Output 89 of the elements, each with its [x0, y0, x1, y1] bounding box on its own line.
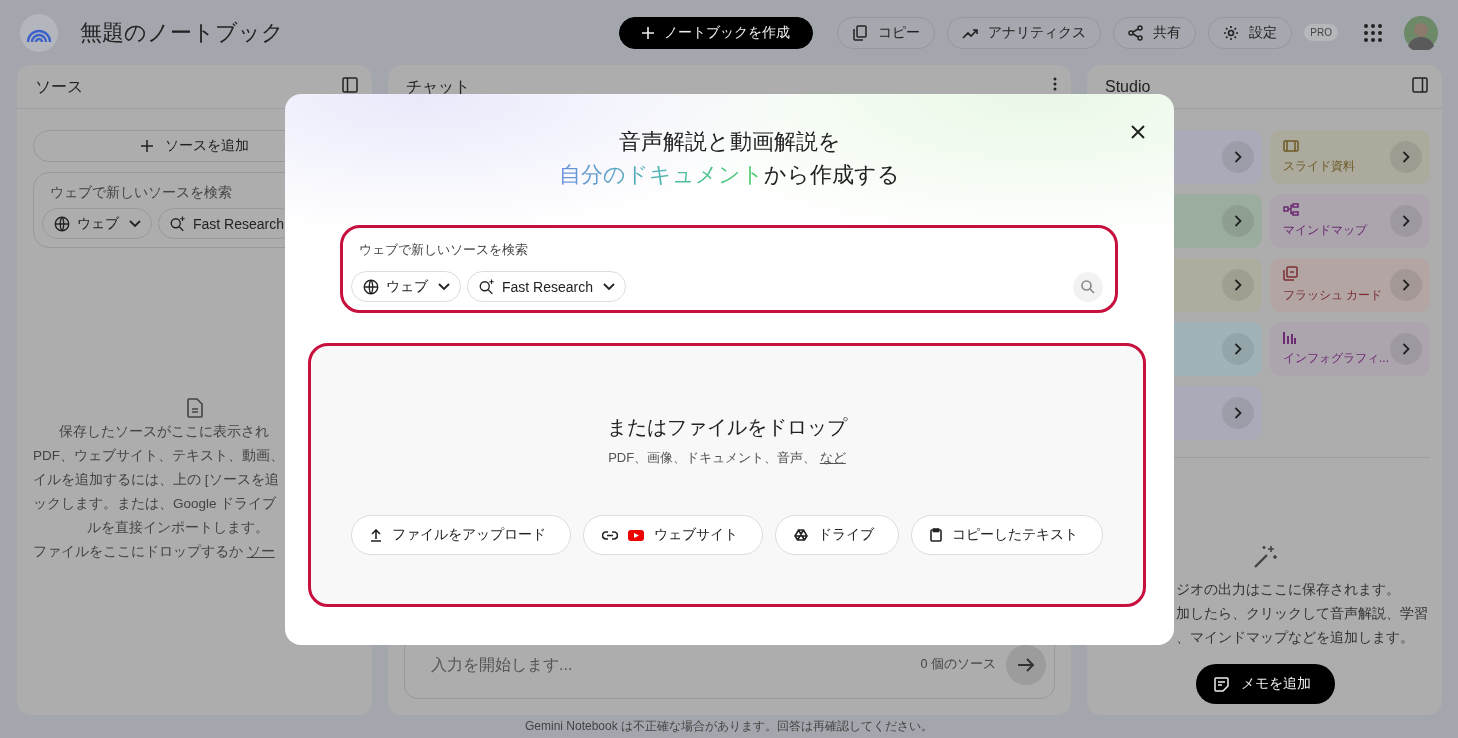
search-field[interactable]: ウェブで新しいソースを検索: [351, 242, 1103, 257]
chevron-right-icon: [1234, 151, 1242, 163]
chevron-right-icon: [1234, 215, 1242, 227]
chevron-right-icon: [1402, 215, 1410, 227]
open-card-button[interactable]: [1222, 205, 1254, 237]
globe-icon: [53, 214, 71, 233]
search-sparkle-icon: [169, 214, 187, 233]
open-card-button[interactable]: [1222, 141, 1254, 173]
panel-title: Studio: [1105, 77, 1151, 97]
panel-toggle-icon[interactable]: [342, 77, 358, 93]
close-icon: [1131, 125, 1145, 139]
more-types-link[interactable]: など: [819, 450, 846, 465]
studio-card-label: フラッシュ カード: [1283, 287, 1383, 304]
copy-button[interactable]: コピー: [837, 16, 936, 49]
search-icon: [1081, 279, 1095, 294]
clipboard-icon: [930, 528, 942, 542]
studio-card[interactable]: マインドマップ: [1270, 194, 1430, 248]
chevron-right-icon: [1234, 343, 1242, 355]
notebook-title[interactable]: 無題のノートブック: [80, 17, 284, 48]
open-card-button[interactable]: [1222, 333, 1254, 365]
share-icon: [1128, 24, 1144, 41]
file-types-text: PDF、画像、ドキュメント、音声、 など: [608, 449, 846, 467]
drop-zone-title: またはファイルをドロップ: [607, 415, 847, 440]
search-sparkle-icon: [478, 277, 496, 296]
link-icon: [602, 530, 618, 540]
plus-icon: [140, 140, 153, 152]
dialog-title: 音声解説と動画解説を 自分のドキュメント から作成する: [558, 128, 901, 189]
create-notebook-button[interactable]: ノートブックを作成: [619, 16, 814, 49]
mind-map-icon: [1283, 203, 1299, 216]
apps-grid-icon[interactable]: [1364, 23, 1382, 42]
search-button[interactable]: [1073, 271, 1103, 302]
upload-icon: [370, 528, 382, 542]
more-options-icon[interactable]: [1053, 77, 1057, 91]
drive-button[interactable]: ドライブ: [775, 515, 899, 555]
globe-icon: [362, 277, 380, 296]
panel-title: チャット: [406, 77, 470, 97]
cards-icon: [1283, 266, 1298, 281]
app-logo-icon: [20, 13, 58, 52]
drop-zone[interactable]: またはファイルをドロップ PDF、画像、ドキュメント、音声、 など ファイルをアップロード ウェブサイト ドライブ コピーしたテキスト: [308, 343, 1146, 607]
bar-chart-icon: [1283, 331, 1296, 344]
settings-button[interactable]: 設定: [1208, 16, 1293, 49]
caret-icon: [438, 282, 450, 291]
trend-icon: [962, 26, 979, 39]
chevron-right-icon: [1402, 151, 1410, 163]
studio-card[interactable]: フラッシュ カード: [1270, 258, 1430, 312]
arrow-right-icon: [1017, 656, 1035, 673]
slides-icon: [1283, 139, 1299, 152]
studio-card[interactable]: インフォグラフィ...: [1270, 322, 1430, 376]
open-card-button[interactable]: [1390, 269, 1422, 301]
analytics-button[interactable]: アナリティクス: [947, 16, 1102, 49]
avatar-icon[interactable]: [1404, 15, 1438, 50]
paste-button[interactable]: コピーしたテキスト: [911, 515, 1103, 555]
website-button[interactable]: ウェブサイト: [583, 515, 763, 555]
upload-source-link[interactable]: ソー: [246, 544, 275, 559]
source-count: 0 個のソース: [920, 656, 996, 673]
note-icon: [1213, 676, 1229, 692]
share-button[interactable]: 共有: [1113, 16, 1197, 49]
chevron-right-icon: [1234, 279, 1242, 291]
chat-input[interactable]: 入力を開始します...: [429, 654, 911, 675]
magic-wand-icon: [1252, 544, 1278, 570]
studio-card-label: スライド資料: [1283, 157, 1355, 175]
chevron-right-icon: [1402, 279, 1410, 291]
studio-card-label: マインドマップ: [1283, 222, 1367, 239]
send-button[interactable]: [1006, 644, 1046, 685]
research-mode-dropdown[interactable]: Fast Research: [467, 271, 627, 302]
document-icon: [186, 398, 203, 418]
chevron-right-icon: [1234, 407, 1242, 419]
video-play-icon: [628, 529, 644, 541]
pro-badge: PRO: [1304, 24, 1338, 41]
open-card-button[interactable]: [1222, 397, 1254, 429]
panel-title: ソース: [35, 77, 83, 97]
panel-toggle-icon[interactable]: [1412, 77, 1428, 93]
caret-icon: [603, 282, 616, 291]
chevron-right-icon: [1402, 343, 1410, 355]
caret-icon: [129, 219, 141, 228]
disclaimer-text: Gemini Notebook は不正確な場合があります。回答は再確認してください。: [523, 718, 934, 735]
copy-icon: [852, 24, 869, 41]
upload-button[interactable]: ファイルをアップロード: [351, 515, 571, 555]
studio-card-label: インフォグラフィ...: [1283, 349, 1389, 367]
plus-icon: [642, 26, 655, 39]
empty-state-text: ジオの出力はここに保存されます。 加したら、クリックして音声解説、学習 、マインドマップなどを追加します。: [1175, 581, 1429, 647]
open-card-button[interactable]: [1390, 333, 1422, 365]
open-card-button[interactable]: [1390, 205, 1422, 237]
source-type-dropdown[interactable]: ウェブ: [351, 271, 461, 302]
open-card-button[interactable]: [1390, 141, 1422, 173]
search-field[interactable]: ウェブで新しいソースを検索: [42, 185, 349, 200]
settings-icon: [1223, 24, 1240, 41]
open-card-button[interactable]: [1222, 269, 1254, 301]
add-note-button[interactable]: メモを追加: [1195, 664, 1335, 704]
